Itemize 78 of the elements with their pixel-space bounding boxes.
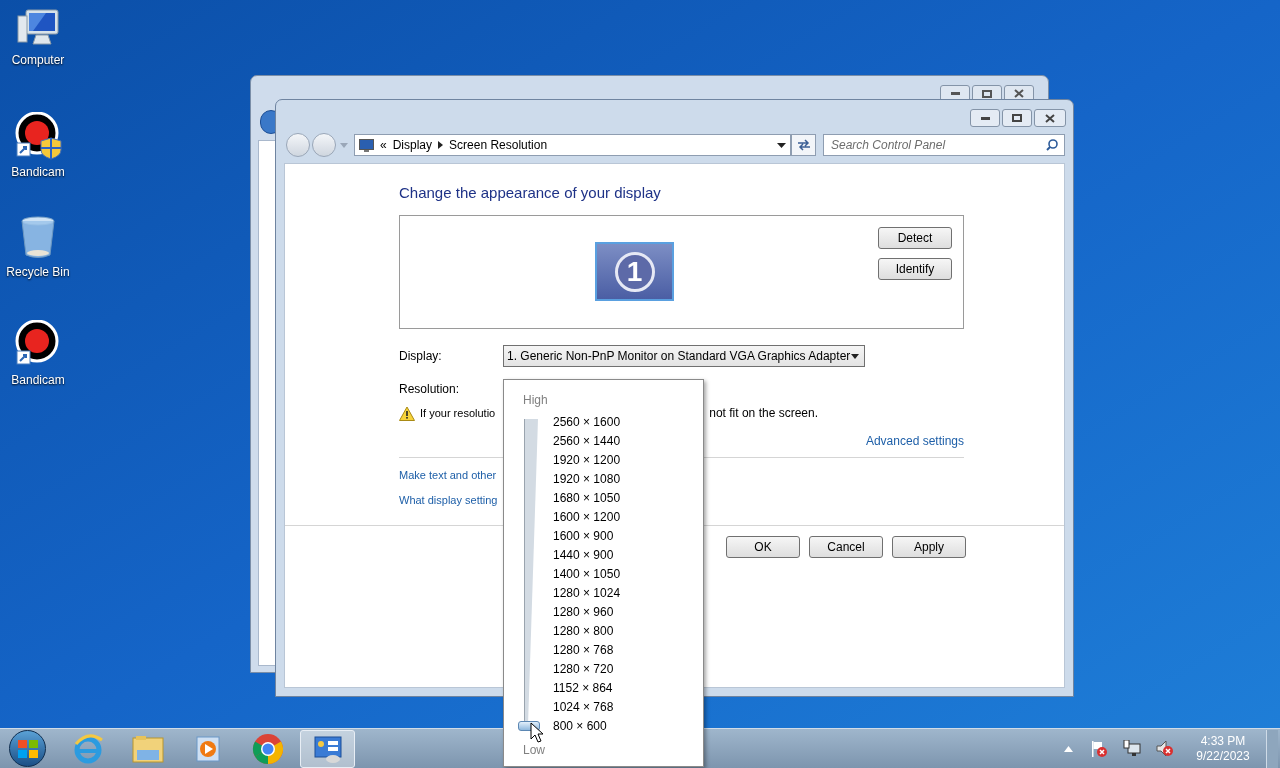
- advanced-settings-link[interactable]: Advanced settings: [865, 433, 964, 449]
- resolution-option[interactable]: 1920 × 1080: [553, 470, 621, 489]
- display-dropdown[interactable]: 1. Generic Non-PnP Monitor on Standard VGA Graphics Adapter: [503, 345, 865, 367]
- desktop-icon-label[interactable]: Bandicam: [11, 371, 65, 389]
- refresh-icon: [796, 139, 811, 151]
- search-field[interactable]: Search Control Panel: [823, 134, 1065, 156]
- dropdown-arrow-icon: [851, 353, 859, 359]
- speaker-muted-icon[interactable]: [1156, 740, 1174, 757]
- restore-icon: [1012, 114, 1022, 122]
- monitor-icon: [359, 138, 374, 152]
- resolution-label: Resolution:: [399, 381, 460, 397]
- resolution-option[interactable]: 1600 × 900: [553, 527, 621, 546]
- restore-icon: [982, 89, 992, 98]
- minimize-button[interactable]: [970, 109, 1000, 127]
- help-link[interactable]: What display setting: [399, 492, 498, 508]
- control-panel-icon: [312, 734, 343, 763]
- desktop-icon-label[interactable]: Bandicam: [11, 163, 65, 181]
- help-link[interactable]: Make text and other: [399, 467, 497, 483]
- resolution-option[interactable]: 1024 × 768: [553, 698, 621, 717]
- low-label: Low: [523, 742, 545, 759]
- monitor-thumbnail[interactable]: 1: [595, 242, 674, 301]
- folder-icon: [131, 734, 164, 763]
- desktop-icon-label[interactable]: Computer: [11, 51, 65, 69]
- resolution-option[interactable]: 1280 × 1024: [553, 584, 621, 603]
- warning-icon: [399, 405, 415, 421]
- resolution-option[interactable]: 1280 × 768: [553, 641, 621, 660]
- resolution-option[interactable]: 2560 × 1600: [553, 413, 621, 432]
- resolution-option[interactable]: 1400 × 1050: [553, 565, 621, 584]
- display-label: Display:: [399, 348, 443, 365]
- address-bar[interactable]: « Display Screen Resolution: [354, 134, 791, 156]
- desktop-icon-label[interactable]: Recycle Bin: [6, 263, 70, 281]
- search-icon: [1046, 139, 1058, 151]
- chevron-right-icon[interactable]: [438, 141, 444, 149]
- warning-text: not fit on the screen.: [709, 405, 818, 422]
- breadcrumb-item[interactable]: Screen Resolution: [449, 136, 548, 154]
- dialog-button[interactable]: OK: [726, 536, 800, 558]
- breadcrumb-overflow[interactable]: «: [380, 136, 387, 154]
- play-icon: [193, 734, 222, 763]
- flag-error-icon[interactable]: [1090, 739, 1108, 758]
- resolution-option[interactable]: 1152 × 864: [553, 679, 621, 698]
- preview-action-button[interactable]: Detect: [878, 227, 952, 249]
- close-icon: [1014, 89, 1024, 98]
- resolution-option[interactable]: 1920 × 1200: [553, 451, 621, 470]
- caret-icon: [340, 142, 348, 148]
- refresh-button[interactable]: [791, 134, 816, 156]
- resolution-option[interactable]: 1280 × 800: [553, 622, 621, 641]
- monitor-number: 1: [614, 251, 655, 292]
- mouse-pointer-icon: [530, 722, 544, 743]
- browser-logo-icon: [251, 732, 284, 765]
- resolution-option[interactable]: 1680 × 1050: [553, 489, 621, 508]
- taskbar-button[interactable]: [300, 729, 355, 768]
- minimize-icon: [980, 116, 990, 120]
- breadcrumb-item[interactable]: Display: [392, 136, 433, 154]
- network-icon[interactable]: [1123, 740, 1141, 757]
- resolution-option[interactable]: 2560 × 1440: [553, 432, 621, 451]
- resolution-option[interactable]: 1440 × 900: [553, 546, 621, 565]
- close-button[interactable]: [1034, 109, 1066, 127]
- computer-icon: [16, 8, 60, 48]
- high-label: High: [523, 392, 548, 409]
- preview-action-button[interactable]: Identify: [878, 258, 952, 280]
- recording-app-shortcut-icon: [14, 112, 62, 160]
- resolution-option[interactable]: 1280 × 960: [553, 603, 621, 622]
- dialog-button[interactable]: Apply: [892, 536, 966, 558]
- resolution-option[interactable]: 1600 × 1200: [553, 508, 621, 527]
- resolution-option[interactable]: 1280 × 720: [553, 660, 621, 679]
- start-button[interactable]: [9, 730, 46, 767]
- close-icon: [1045, 113, 1055, 123]
- warning-text: If your resolutio: [420, 405, 496, 421]
- maximize-button[interactable]: [1002, 109, 1032, 127]
- minimize-icon: [950, 92, 960, 95]
- show-hidden-icons-arrow-icon[interactable]: [1064, 745, 1073, 752]
- dialog-button[interactable]: Cancel: [809, 536, 883, 558]
- recycle-bin-icon: [18, 216, 58, 260]
- windows-logo-icon: [17, 739, 38, 758]
- page-heading: Change the appearance of your display: [399, 183, 662, 203]
- globe-e-icon: [72, 733, 103, 764]
- dropdown-arrow-icon[interactable]: [777, 142, 786, 148]
- resolution-option[interactable]: 800 × 600: [553, 717, 621, 736]
